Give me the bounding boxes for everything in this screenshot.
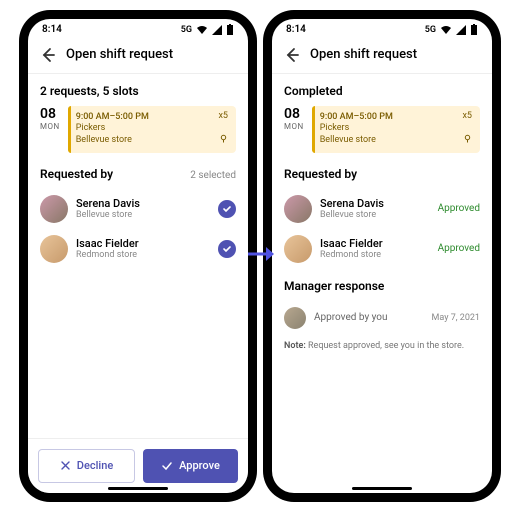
requester-location: Bellevue store	[320, 210, 430, 220]
requester-location: Redmond store	[320, 250, 430, 260]
avatar	[284, 235, 312, 263]
requester-name: Isaac Fielder	[76, 237, 210, 250]
manager-response-row: Approved by you May 7, 2021	[284, 301, 480, 335]
page-header: Open shift request	[272, 41, 492, 74]
shift-date-dow: MON	[40, 122, 60, 131]
requester-location: Redmond store	[76, 250, 210, 260]
shift-date-day: 08	[40, 106, 60, 122]
requested-by-title: Requested by	[284, 167, 357, 181]
shift-role: Pickers	[76, 123, 228, 135]
selected-check-icon[interactable]	[218, 200, 236, 218]
action-bar: Decline Approve	[28, 438, 248, 493]
back-icon[interactable]	[284, 47, 300, 63]
manager-note: Note: Request approved, see you in the s…	[284, 341, 480, 351]
requester-name: Serena Davis	[76, 197, 210, 210]
shift-time: 9:00 AM–5:00 PM	[320, 112, 472, 124]
note-label: Note:	[284, 341, 306, 351]
requester-name: Isaac Fielder	[320, 237, 430, 250]
shift-date: 08 MON	[40, 106, 60, 153]
location-pin-icon	[463, 134, 472, 148]
manager-response-text: Approved by you	[314, 312, 424, 323]
status-time: 8:14	[286, 24, 306, 35]
status-time: 8:14	[42, 24, 62, 35]
status-bar: 8:14 5G	[272, 19, 492, 41]
page-header: Open shift request	[28, 41, 248, 74]
shift-time: 9:00 AM–5:00 PM	[76, 112, 228, 124]
check-icon	[161, 460, 173, 472]
requester-row[interactable]: Serena Davis Bellevue store	[40, 189, 236, 229]
status-bar: 8:14 5G	[28, 19, 248, 41]
shift-row: 08 MON 9:00 AM–5:00 PM Pickers Bellevue …	[284, 106, 480, 153]
requester-name: Serena Davis	[320, 197, 430, 210]
status-network: 5G	[181, 25, 192, 35]
requester-row[interactable]: Isaac Fielder Redmond store	[40, 229, 236, 269]
requester-row[interactable]: Serena Davis Bellevue store Approved	[284, 189, 480, 229]
note-text: Request approved, see you in the store.	[306, 341, 464, 351]
shift-slots: x5	[462, 111, 472, 123]
battery-icon	[226, 24, 234, 36]
selected-check-icon[interactable]	[218, 240, 236, 258]
close-icon	[60, 460, 71, 471]
status-network: 5G	[425, 25, 436, 35]
decline-button[interactable]: Decline	[38, 449, 135, 483]
requester-row[interactable]: Isaac Fielder Redmond store Approved	[284, 229, 480, 269]
signal-icon	[456, 25, 466, 35]
requester-location: Bellevue store	[76, 210, 210, 220]
battery-icon	[470, 24, 478, 36]
avatar	[40, 235, 68, 263]
selected-count: 2 selected	[190, 170, 236, 181]
home-indicator[interactable]	[108, 487, 168, 490]
shift-date-day: 08	[284, 106, 304, 122]
manager-response-title: Manager response	[284, 279, 480, 293]
approve-label: Approve	[179, 459, 220, 472]
shift-card[interactable]: 9:00 AM–5:00 PM Pickers Bellevue store x…	[68, 106, 236, 153]
shift-date: 08 MON	[284, 106, 304, 153]
avatar	[40, 195, 68, 223]
request-summary: 2 requests, 5 slots	[40, 84, 236, 98]
transition-arrow-icon	[246, 243, 274, 269]
shift-role: Pickers	[320, 123, 472, 135]
decline-label: Decline	[77, 459, 113, 472]
shift-location: Bellevue store	[76, 135, 228, 147]
home-indicator[interactable]	[352, 487, 412, 490]
requested-by-title: Requested by	[40, 167, 113, 181]
shift-slots: x5	[218, 111, 228, 123]
approve-button[interactable]: Approve	[143, 449, 238, 483]
wifi-icon	[196, 25, 208, 35]
shift-location: Bellevue store	[320, 135, 472, 147]
back-icon[interactable]	[40, 47, 56, 63]
page-title: Open shift request	[66, 47, 173, 62]
avatar	[284, 195, 312, 223]
phone-before: 8:14 5G Open shift request 2 requests, 5…	[20, 11, 256, 501]
wifi-icon	[440, 25, 452, 35]
phone-after: 8:14 5G Open shift request Completed 08 …	[264, 11, 500, 501]
avatar	[284, 307, 306, 329]
request-summary: Completed	[284, 84, 480, 98]
signal-icon	[212, 25, 222, 35]
shift-date-dow: MON	[284, 122, 304, 131]
status-badge: Approved	[438, 243, 480, 254]
page-title: Open shift request	[310, 47, 417, 62]
location-pin-icon	[219, 134, 228, 148]
shift-row: 08 MON 9:00 AM–5:00 PM Pickers Bellevue …	[40, 106, 236, 153]
manager-response-date: May 7, 2021	[432, 313, 480, 323]
status-badge: Approved	[438, 203, 480, 214]
shift-card[interactable]: 9:00 AM–5:00 PM Pickers Bellevue store x…	[312, 106, 480, 153]
